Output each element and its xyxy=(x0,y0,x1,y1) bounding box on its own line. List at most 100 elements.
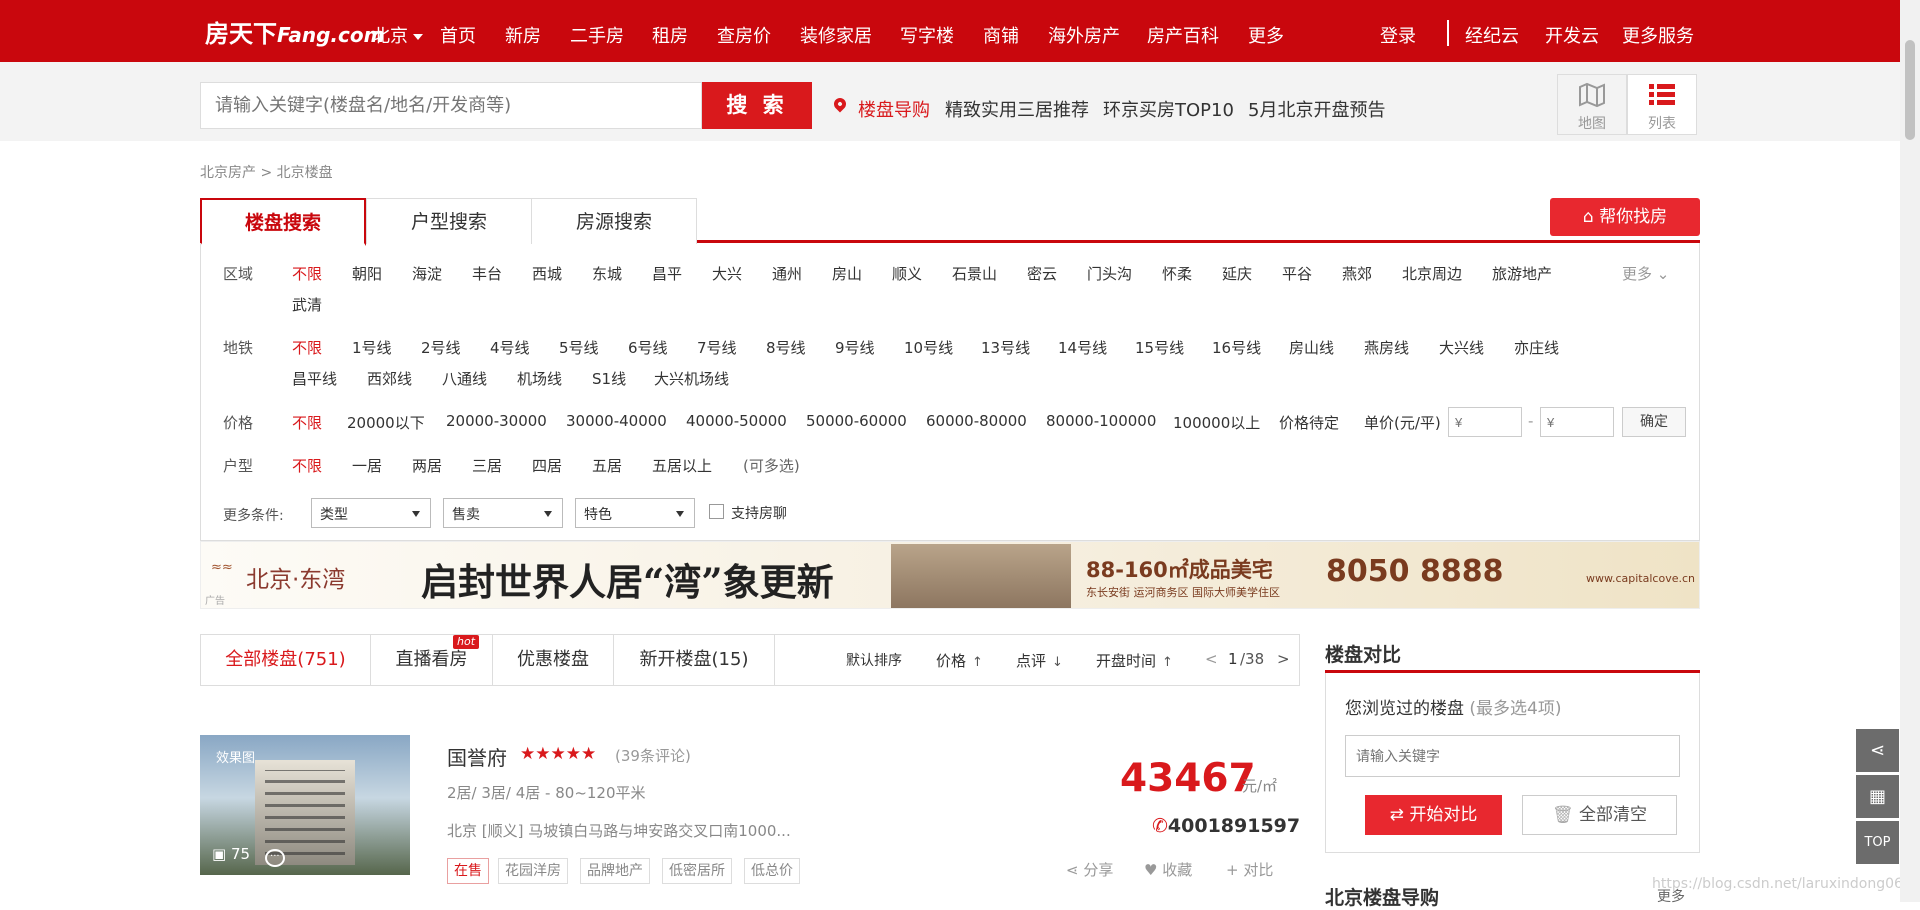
guide-link[interactable]: 楼盘导购 xyxy=(858,96,930,122)
back-to-top-button[interactable]: TOP xyxy=(1856,821,1899,864)
filter-option[interactable]: 9号线 xyxy=(835,337,875,358)
max-price-input[interactable] xyxy=(1540,407,1614,437)
help-find-home-button[interactable]: ⌂ 帮你找房 xyxy=(1550,198,1700,236)
filter-option[interactable]: 通州 xyxy=(772,263,802,284)
filter-option[interactable]: 平谷 xyxy=(1282,263,1312,284)
filter-option[interactable]: 机场线 xyxy=(517,368,562,389)
filter-option[interactable]: 60000-80000 xyxy=(926,412,1027,430)
filter-option[interactable]: 东城 xyxy=(592,263,622,284)
comment-count[interactable]: (39条评论) xyxy=(615,745,691,766)
nav-item[interactable]: 更多 xyxy=(1248,22,1284,48)
filter-option[interactable]: 4号线 xyxy=(490,337,530,358)
nav-right-item[interactable]: 更多服务 xyxy=(1622,22,1694,48)
filter-option[interactable]: 门头沟 xyxy=(1087,263,1132,284)
nav-item[interactable]: 房产百科 xyxy=(1147,22,1219,48)
tab-listing-search[interactable]: 房源搜索 xyxy=(531,198,697,244)
list-view-button[interactable]: 列表 xyxy=(1627,74,1697,135)
nav-item[interactable]: 首页 xyxy=(440,22,476,48)
nav-item[interactable]: 海外房产 xyxy=(1048,22,1120,48)
feature-select[interactable]: 特色 xyxy=(575,498,695,528)
filter-option[interactable]: S1线 xyxy=(592,368,626,389)
nav-item[interactable]: 新房 xyxy=(505,22,541,48)
filter-option[interactable]: 20000-30000 xyxy=(446,412,547,430)
search-button[interactable]: 搜 索 xyxy=(702,82,812,129)
tab-new-open[interactable]: 新开楼盘(15) xyxy=(614,635,775,685)
filter-option[interactable]: 燕郊 xyxy=(1342,263,1372,284)
filter-option[interactable]: 6号线 xyxy=(628,337,668,358)
filter-option[interactable]: 40000-50000 xyxy=(686,412,787,430)
filter-option[interactable]: 大兴 xyxy=(712,263,742,284)
filter-option[interactable]: 四居 xyxy=(532,455,562,476)
filter-option[interactable]: 不限 xyxy=(292,337,322,358)
favorite-button[interactable]: ♥ 收藏 xyxy=(1144,859,1192,880)
filter-option[interactable]: 朝阳 xyxy=(352,263,382,284)
start-compare-button[interactable]: ⇄ 开始对比 xyxy=(1365,795,1502,835)
filter-option[interactable]: 房山线 xyxy=(1289,337,1334,358)
filter-option[interactable]: 7号线 xyxy=(697,337,737,358)
filter-option[interactable]: 一居 xyxy=(352,455,382,476)
listing-layouts[interactable]: 2居/ 3居/ 4居 - 80~120平米 xyxy=(447,782,646,803)
filter-option[interactable]: 大兴线 xyxy=(1439,337,1484,358)
filter-option[interactable]: 不限 xyxy=(292,412,322,433)
filter-option[interactable]: 16号线 xyxy=(1212,337,1261,358)
listing-phone[interactable]: ✆4001891597 xyxy=(1152,815,1300,837)
filter-option[interactable]: 亦庄线 xyxy=(1514,337,1559,358)
nav-item[interactable]: 商铺 xyxy=(983,22,1019,48)
nav-right-item[interactable]: 经纪云 xyxy=(1465,22,1519,48)
compare-button[interactable]: + 对比 xyxy=(1226,859,1273,880)
breadcrumb-link[interactable]: 北京楼盘 xyxy=(277,165,333,181)
filter-option[interactable]: 丰台 xyxy=(472,263,502,284)
filter-option[interactable]: 昌平线 xyxy=(292,368,337,389)
scrollbar-thumb[interactable] xyxy=(1905,40,1915,140)
filter-option[interactable]: 三居 xyxy=(472,455,502,476)
share-side-button[interactable]: ⋖ xyxy=(1856,729,1899,772)
chat-bubble-icon[interactable]: ··· xyxy=(264,849,285,867)
search-input[interactable] xyxy=(200,82,702,129)
site-logo[interactable]: 房天下Fang.com xyxy=(205,14,384,49)
filter-option[interactable]: 西郊线 xyxy=(367,368,412,389)
filter-option[interactable]: 不限 xyxy=(292,455,322,476)
filter-option[interactable]: 80000-100000 xyxy=(1046,412,1156,430)
map-view-button[interactable]: 地图 xyxy=(1557,74,1627,135)
ad-banner[interactable]: ≈≈ 北京·东湾 启封世界人居“湾”象更新 88-160㎡成品美宅 东长安街 运… xyxy=(200,541,1700,609)
tab-layout-search[interactable]: 户型搜索 xyxy=(366,198,532,244)
quick-link[interactable]: 环京买房TOP10 xyxy=(1103,96,1234,122)
qr-code-button[interactable]: ▦ xyxy=(1856,775,1899,818)
filter-option[interactable]: 两居 xyxy=(412,455,442,476)
filter-option[interactable]: 石景山 xyxy=(952,263,997,284)
sort-price[interactable]: 价格 xyxy=(936,650,983,671)
share-button[interactable]: ⋖ 分享 xyxy=(1066,859,1113,880)
login-link[interactable]: 登录 xyxy=(1380,22,1416,48)
filter-option[interactable]: 房山 xyxy=(832,263,862,284)
more-areas-toggle[interactable]: 更多 ⌄ xyxy=(1622,263,1669,284)
filter-option[interactable]: 八通线 xyxy=(442,368,487,389)
compare-search-input[interactable] xyxy=(1345,735,1680,777)
filter-option[interactable]: 100000以上 xyxy=(1173,412,1260,433)
next-page-button[interactable]: > xyxy=(1277,650,1290,668)
nav-item[interactable]: 二手房 xyxy=(570,22,624,48)
filter-option[interactable]: 5号线 xyxy=(559,337,599,358)
tab-all-projects[interactable]: 全部楼盘(751) xyxy=(201,635,371,685)
filter-option[interactable]: 武清 xyxy=(292,294,322,315)
filter-option[interactable]: 顺义 xyxy=(892,263,922,284)
filter-option[interactable]: 30000-40000 xyxy=(566,412,667,430)
filter-option[interactable]: 价格待定 xyxy=(1279,412,1339,433)
quick-link[interactable]: 5月北京开盘预告 xyxy=(1248,96,1385,122)
filter-option[interactable]: 昌平 xyxy=(652,263,682,284)
filter-option[interactable]: 8号线 xyxy=(766,337,806,358)
city-selector[interactable]: 北京 xyxy=(372,22,423,48)
sort-rating[interactable]: 点评 xyxy=(1016,650,1063,671)
filter-option[interactable]: 五居以上 xyxy=(652,455,712,476)
breadcrumb-link[interactable]: 北京房产 xyxy=(200,165,256,181)
filter-option[interactable]: 西城 xyxy=(532,263,562,284)
tab-discount[interactable]: 优惠楼盘 xyxy=(493,635,614,685)
nav-item[interactable]: 装修家居 xyxy=(800,22,872,48)
filter-option[interactable]: 怀柔 xyxy=(1162,263,1192,284)
nav-item[interactable]: 查房价 xyxy=(717,22,771,48)
filter-option[interactable]: 10号线 xyxy=(904,337,953,358)
price-confirm-button[interactable]: 确定 xyxy=(1622,407,1686,437)
filter-option[interactable]: 燕房线 xyxy=(1364,337,1409,358)
filter-option[interactable]: 50000-60000 xyxy=(806,412,907,430)
sort-default[interactable]: 默认排序 xyxy=(846,650,902,670)
listing-thumbnail[interactable]: 效果图 ▣ 75 ··· xyxy=(200,735,410,875)
